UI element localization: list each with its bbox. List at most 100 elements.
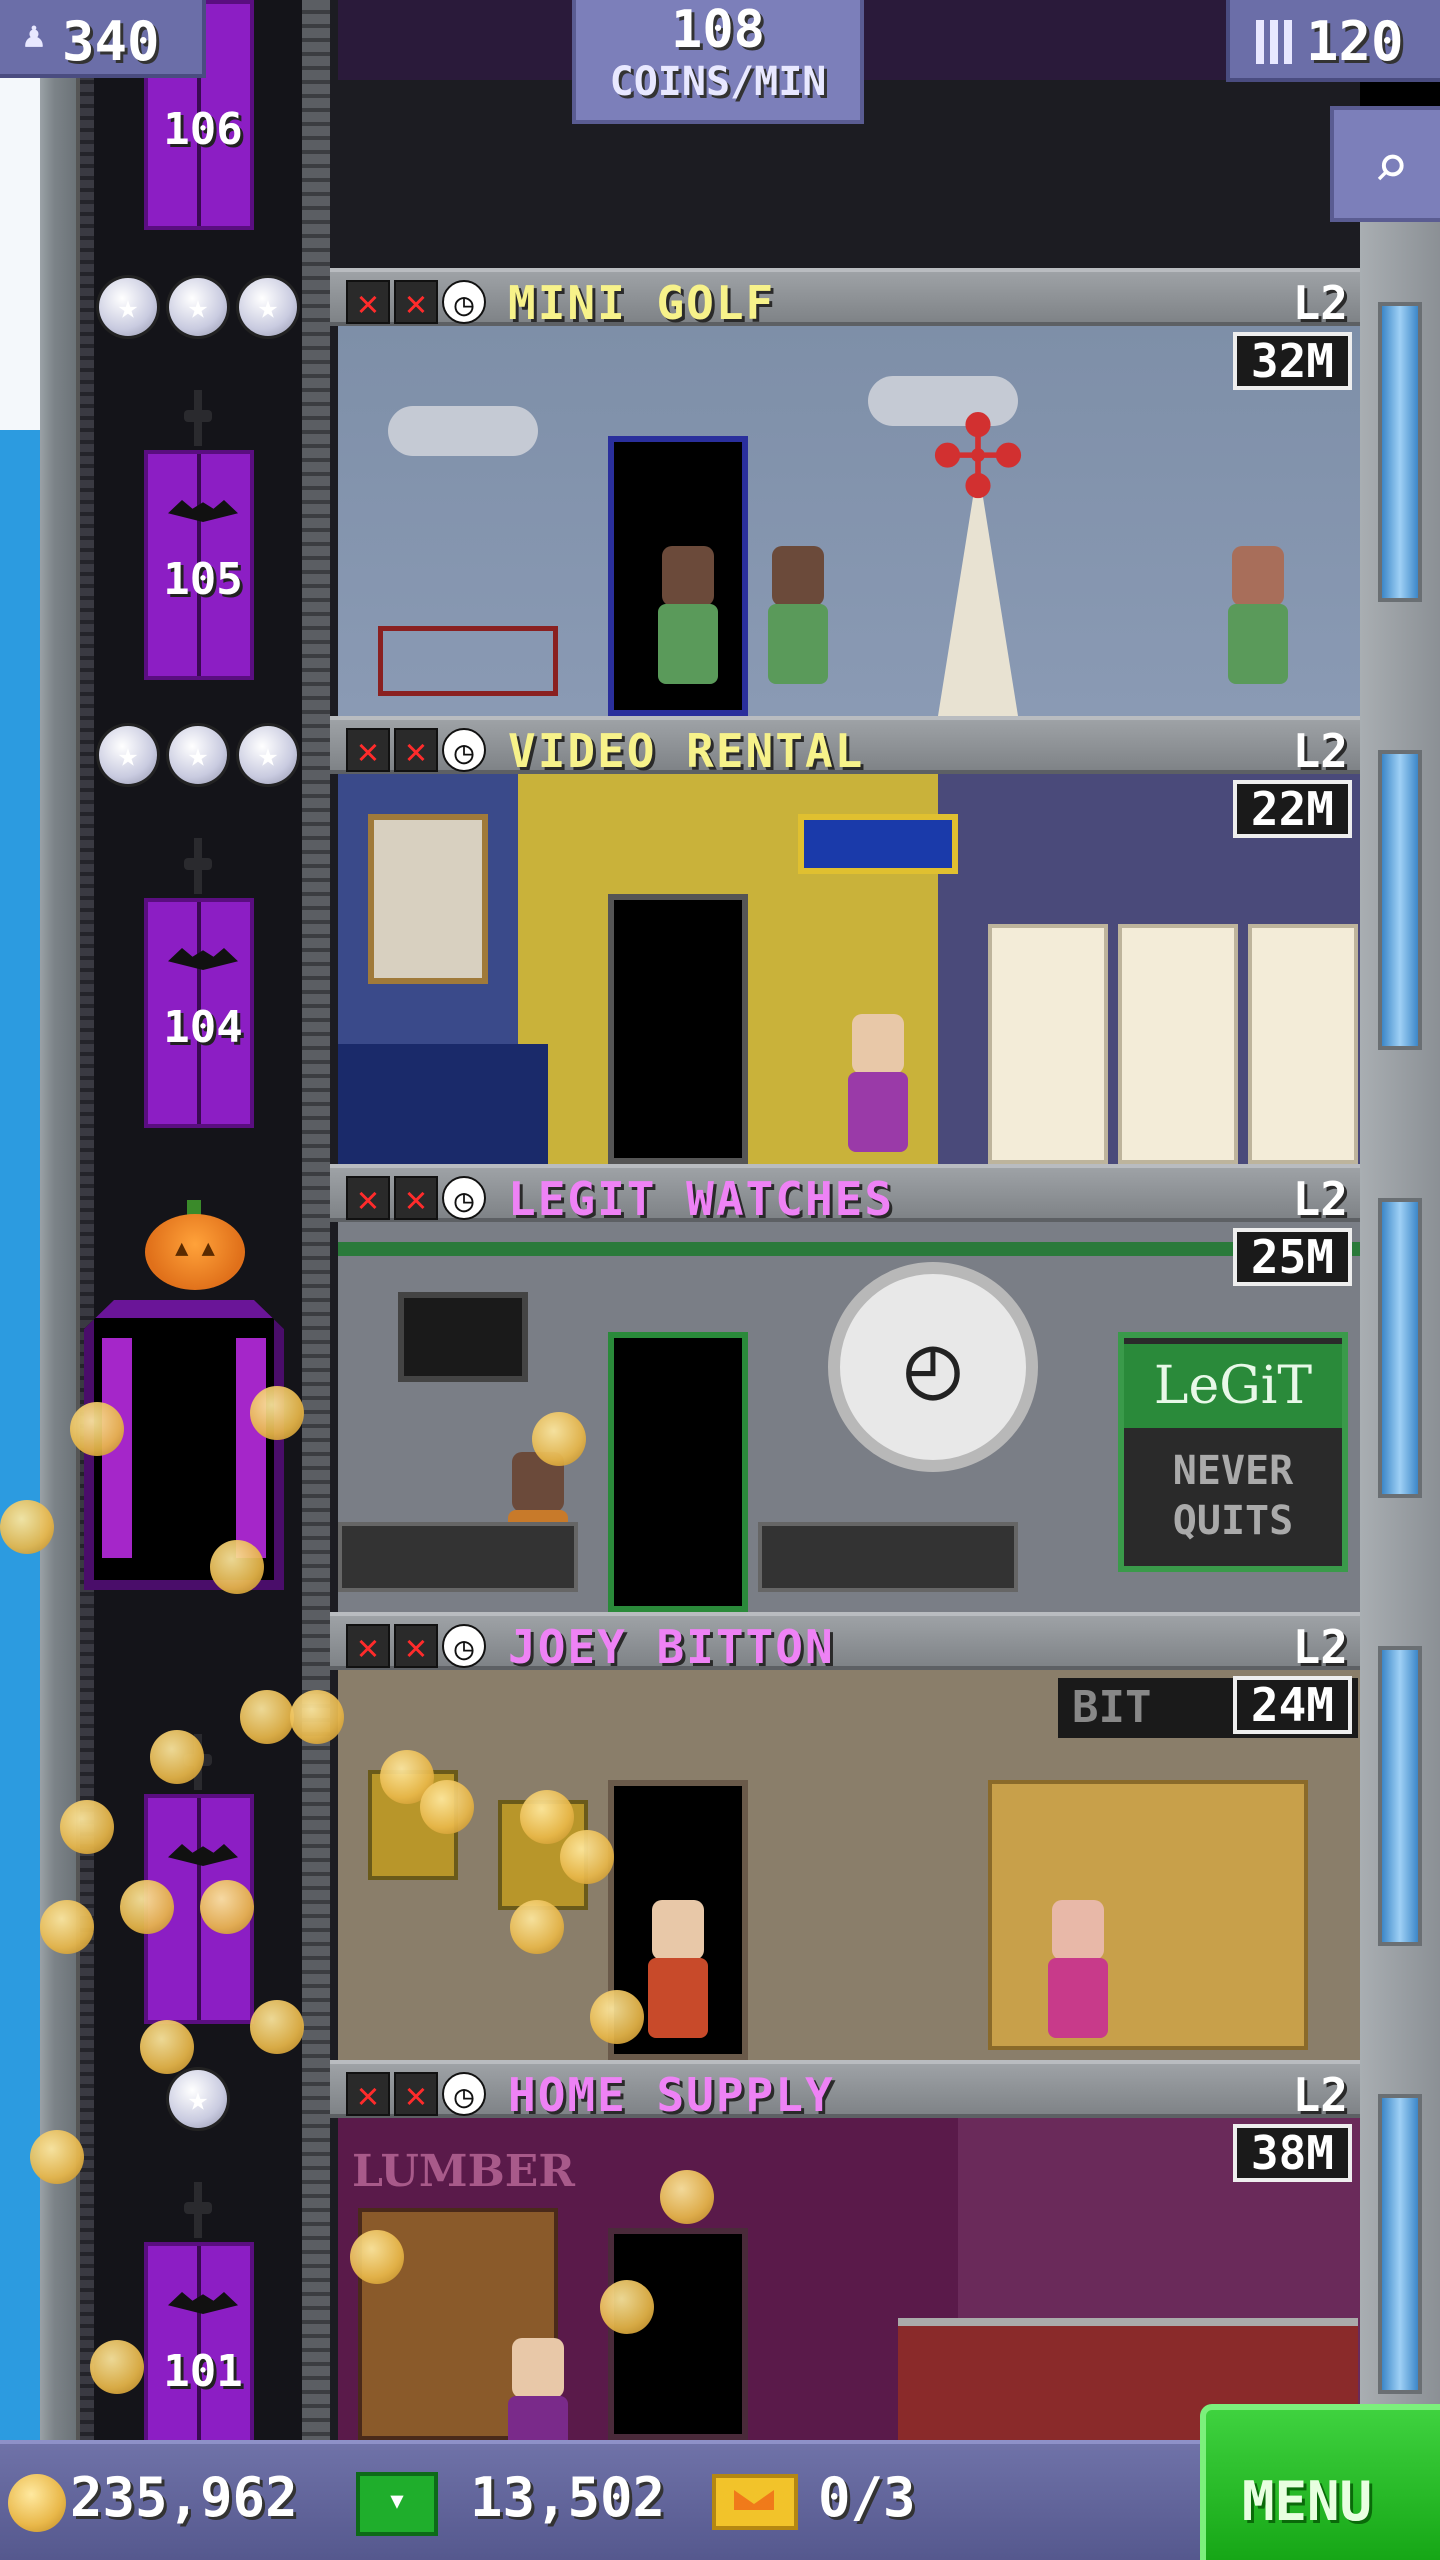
floor-counter[interactable]: 120	[1226, 0, 1440, 82]
coin-icon	[60, 1800, 114, 1854]
lumber-sign: LUMBER	[352, 2146, 575, 2197]
bat-decoration-icon	[138, 2280, 268, 2326]
floor-number: 105	[163, 554, 243, 605]
floor-mini-golf[interactable]: ✕ ✕ ◷ MINI GOLF L2 ✣ 32M	[330, 268, 1360, 716]
coins-value: 235,962	[70, 2466, 298, 2529]
coin-icon	[210, 1540, 264, 1594]
clock-icon: ◷	[442, 280, 486, 324]
floor-number: 106	[163, 104, 243, 155]
coin-icon	[560, 1830, 614, 1884]
floor-name: HOME SUPPLY	[508, 2068, 835, 2122]
bux-icon[interactable]	[356, 2472, 438, 2536]
sold-out-x-icon: ✕	[346, 2072, 390, 2116]
coin-icon	[120, 1880, 174, 1934]
legit-slogan-line2: QUITS	[1172, 1498, 1294, 1544]
bag-shelf	[988, 1780, 1308, 2050]
coin-icon	[200, 1880, 254, 1934]
population-value: 340	[62, 10, 160, 73]
floor-level: L2	[1292, 276, 1348, 330]
floor-name: JOEY BITTON	[508, 1620, 835, 1674]
call-marker-icon	[180, 838, 216, 894]
coin-icon	[350, 2230, 404, 2284]
clock-icon: ◷	[442, 1176, 486, 1220]
stock-badge: 24M	[1232, 1676, 1352, 1734]
floor-number: 101	[163, 2346, 243, 2397]
call-marker-icon	[180, 2182, 216, 2238]
sold-out-x-icon: ✕	[394, 728, 438, 772]
coin-icon	[90, 2340, 144, 2394]
person-icon: ♟	[23, 15, 45, 56]
floor-header: ✕ ✕ ◷ VIDEO RENTAL L2	[330, 716, 1360, 778]
legit-slogan-line1: NEVER	[1172, 1448, 1294, 1494]
star-icon: ★	[169, 726, 227, 784]
ticket-sign	[798, 814, 958, 874]
room-door	[608, 1332, 748, 1612]
club-rack	[378, 626, 558, 696]
legit-logo: LeGiT	[1124, 1344, 1342, 1428]
floor-status: ✕ ✕ ◷	[346, 1624, 486, 1668]
star-rating: ★	[94, 2070, 302, 2134]
window-pane	[1378, 1198, 1422, 1498]
population-counter[interactable]: ♟ 340	[0, 0, 206, 78]
coin-icon	[590, 1990, 644, 2044]
floor-status: ✕ ✕ ◷	[346, 280, 486, 324]
ticket-icon[interactable]	[712, 2474, 798, 2530]
sold-out-x-icon: ✕	[394, 2072, 438, 2116]
floor-level: L2	[1292, 1172, 1348, 1226]
tower-right-frame	[1360, 222, 1440, 2440]
stock-badge: 22M	[1232, 780, 1352, 838]
floor-header: ✕ ✕ ◷ HOME SUPPLY L2	[330, 2060, 1360, 2122]
star-icon: ★	[99, 726, 157, 784]
menu-label: MENU	[1242, 2470, 1373, 2533]
floor-status: ✕ ✕ ◷	[346, 1176, 486, 1220]
bottom-status-bar: 235,962 13,502 0/3 MENU	[0, 2404, 1440, 2560]
video-shelf	[1118, 924, 1238, 1164]
star-rating: ★ ★ ★	[94, 278, 302, 342]
stock-badge: 38M	[1232, 2124, 1352, 2182]
room-interior: ✣	[338, 326, 1360, 716]
customer-person	[838, 1014, 918, 1164]
coin-icon	[30, 2130, 84, 2184]
menu-button[interactable]: MENU	[1200, 2404, 1440, 2560]
room-door	[608, 2228, 748, 2440]
building-icon	[1256, 20, 1296, 64]
bat-decoration-icon	[138, 488, 268, 534]
coin-icon	[510, 1900, 564, 1954]
coin-icon	[532, 1412, 586, 1466]
coin-icon	[290, 1690, 344, 1744]
clock-icon: ◷	[442, 728, 486, 772]
pumpkin-face: ▲ ▲	[175, 1236, 215, 1261]
floor-door: 101	[144, 2242, 254, 2472]
cloud-decoration	[388, 406, 538, 456]
sold-out-x-icon: ✕	[394, 280, 438, 324]
sky-background	[0, 0, 40, 2440]
window-pane	[1378, 750, 1422, 1050]
floor-video-rental[interactable]: ✕ ✕ ◷ VIDEO RENTAL L2 22M	[330, 716, 1360, 1164]
customer-person	[498, 2338, 578, 2440]
room-interior	[338, 774, 1360, 1164]
call-marker-icon	[180, 390, 216, 446]
star-rating: ★ ★ ★	[94, 726, 302, 790]
floor-joey-bitton[interactable]: ✕ ✕ ◷ JOEY BITTON L2 BIT 24M	[330, 1612, 1360, 2060]
room-interior: ◴ LeGiT NEVER QUITS	[338, 1222, 1360, 1612]
sold-out-x-icon: ✕	[346, 728, 390, 772]
floor-legit-watches[interactable]: ✕ ✕ ◷ LEGIT WATCHES L2 ◴ LeGiT NEVER QUI…	[330, 1164, 1360, 1612]
shaft-rail-right	[302, 0, 330, 2440]
room-door	[608, 894, 748, 1164]
windmill-icon: ✣	[932, 359, 1024, 533]
zoom-button[interactable]: ⌕	[1330, 106, 1440, 222]
shaft-rail-left	[80, 0, 94, 2440]
window-pane	[1378, 302, 1422, 602]
coin-icon	[600, 2280, 654, 2334]
coin-icon	[40, 1900, 94, 1954]
customer-person	[648, 546, 728, 696]
window-pane	[1378, 1646, 1422, 1946]
coin-icon	[150, 1730, 204, 1784]
star-icon: ★	[169, 278, 227, 336]
display-case	[338, 1522, 578, 1592]
shaft-floor-105: ★ ★ ★ 105	[94, 270, 302, 718]
bux-value: 13,502	[470, 2466, 666, 2529]
star-icon: ★	[239, 726, 297, 784]
floor-door: 105	[144, 450, 254, 680]
coin-icon	[520, 1790, 574, 1844]
